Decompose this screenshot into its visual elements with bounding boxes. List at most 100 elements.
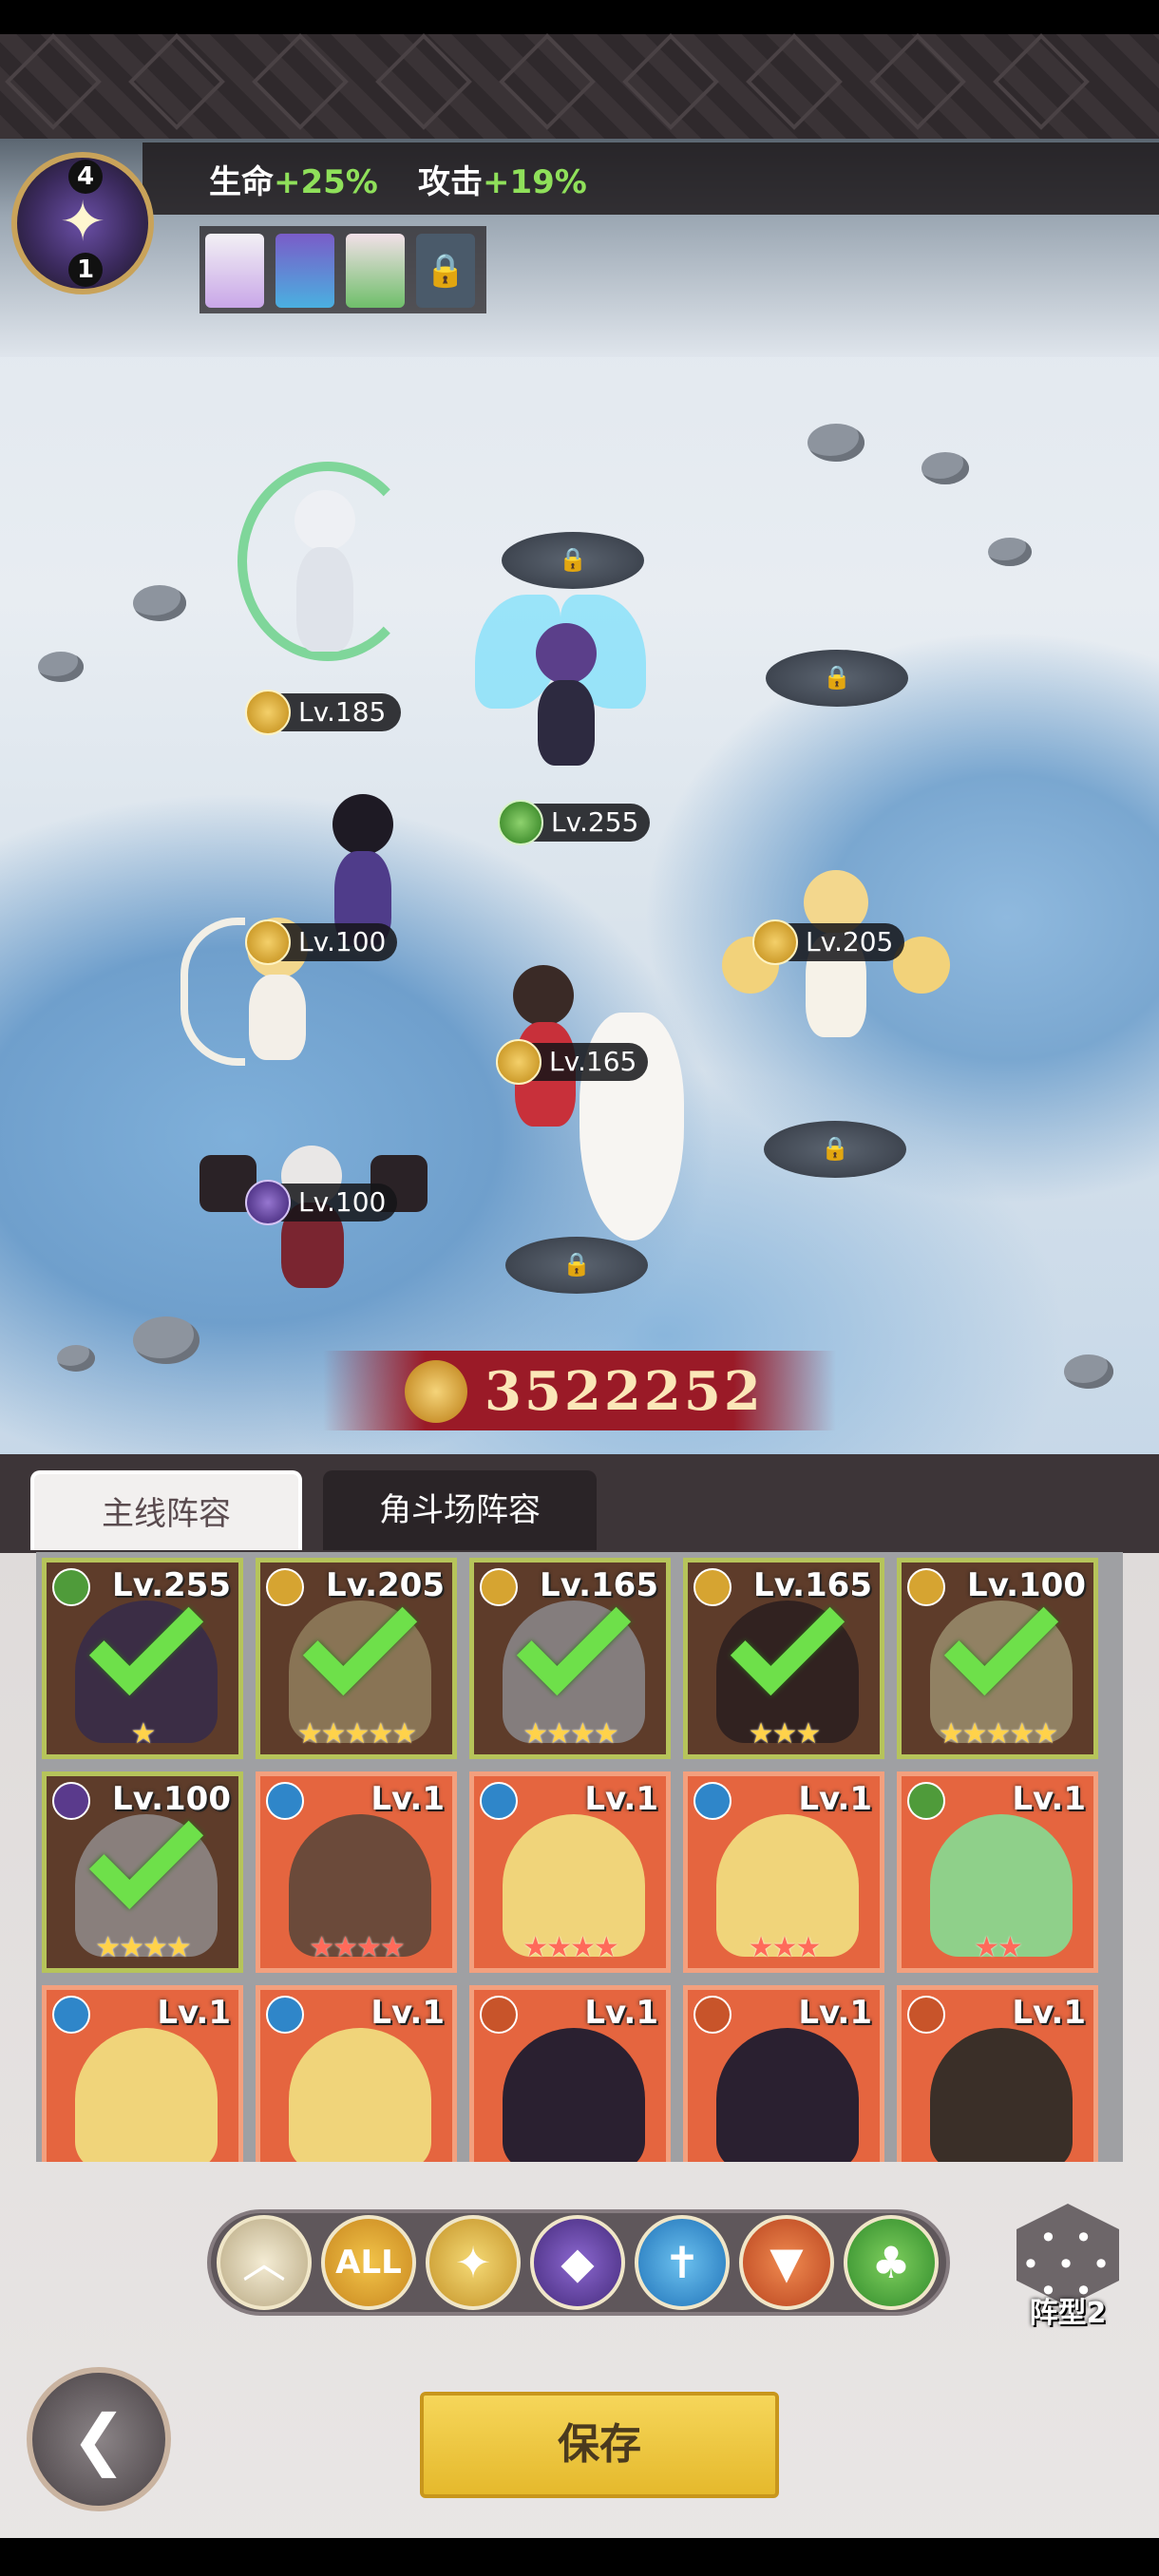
emblem-top-number: 4 bbox=[68, 160, 103, 194]
hero-body bbox=[249, 975, 306, 1060]
nature-icon: ♣ bbox=[871, 2237, 911, 2288]
star-rating: ★★★★★ bbox=[938, 1717, 1058, 1751]
portrait-flower[interactable] bbox=[346, 234, 405, 308]
star-rating: ★★★★★ bbox=[296, 1717, 417, 1751]
power-crest-icon bbox=[405, 1360, 467, 1423]
atk-bonus: 攻击+19% bbox=[418, 163, 587, 201]
locked-slot[interactable]: 🔒 bbox=[766, 650, 908, 707]
lock-icon: 🔒 bbox=[559, 546, 587, 573]
filter-water-button[interactable]: ✝ bbox=[635, 2215, 730, 2310]
holy-icon bbox=[496, 1039, 542, 1085]
hero-card-level: Lv.1 bbox=[157, 1994, 231, 2032]
fire-icon: ▼ bbox=[770, 2237, 804, 2288]
rock bbox=[1064, 1354, 1113, 1389]
star-rating: ★★ bbox=[974, 1931, 1023, 1964]
hero-portrait bbox=[503, 2028, 645, 2162]
hero-body bbox=[296, 547, 353, 652]
rock bbox=[988, 538, 1032, 566]
holy-icon bbox=[907, 1568, 945, 1606]
hero-card[interactable]: Lv.255 ★ bbox=[42, 1558, 243, 1759]
star-rating: ★★★★ bbox=[522, 1717, 619, 1751]
hero-card[interactable]: Lv.205 ★★★★★ bbox=[256, 1558, 457, 1759]
locked-slot[interactable]: 🔒 bbox=[502, 532, 644, 589]
hero-card[interactable]: Lv.1 bbox=[897, 1985, 1098, 2162]
hero-card[interactable]: Lv.1 bbox=[42, 1985, 243, 2162]
save-button[interactable]: 保存 bbox=[420, 2392, 779, 2498]
status-bar bbox=[0, 0, 1159, 34]
fire-icon bbox=[694, 1996, 732, 2034]
hero-card[interactable]: Lv.1 bbox=[683, 1985, 884, 2162]
hero-card[interactable]: Lv.1 ★★★★ bbox=[469, 1771, 671, 1973]
filter-all-button[interactable]: ALL bbox=[321, 2215, 416, 2310]
collapse-button[interactable]: ︿ bbox=[217, 2215, 312, 2310]
banner-ornament bbox=[869, 33, 966, 130]
hero-card-level: Lv.1 bbox=[370, 1994, 445, 2032]
dark-icon bbox=[245, 1180, 291, 1225]
formation-button[interactable]: • • • • • • • 阵型2 bbox=[1011, 2204, 1125, 2330]
banner-ornament bbox=[746, 33, 843, 130]
filter-nature-button[interactable]: ♣ bbox=[844, 2215, 939, 2310]
banner-ornament bbox=[622, 33, 719, 130]
hero-card[interactable]: Lv.1 ★★ bbox=[897, 1771, 1098, 1973]
battlefield: 🔒 🔒 🔒 🔒 Lv.185 Lv.255 Lv.100 Lv.205 Lv.1… bbox=[0, 139, 1159, 1454]
hero-unit[interactable] bbox=[228, 452, 418, 699]
hero-portrait bbox=[716, 2028, 859, 2162]
nature-icon bbox=[498, 800, 543, 845]
tab-arena-lineup[interactable]: 角斗场阵容 bbox=[323, 1470, 597, 1550]
portrait-cat[interactable] bbox=[205, 234, 264, 308]
hero-card[interactable]: Lv.100 ★★★★ bbox=[42, 1771, 243, 1973]
hero-head bbox=[294, 490, 355, 551]
hero-unit[interactable] bbox=[494, 956, 703, 1260]
back-button[interactable]: ❮ bbox=[27, 2367, 171, 2511]
banner-ornament bbox=[5, 33, 102, 130]
hero-card-level: Lv.1 bbox=[1012, 1780, 1086, 1818]
banner-ornament bbox=[993, 33, 1090, 130]
hero-card-level: Lv.1 bbox=[370, 1780, 445, 1818]
filter-dark-button[interactable]: ◆ bbox=[530, 2215, 625, 2310]
hero-level-badge: Lv.185 bbox=[245, 690, 401, 735]
lock-icon: 🔒 bbox=[823, 664, 851, 691]
holy-icon bbox=[480, 1568, 518, 1606]
holy-icon bbox=[266, 1568, 304, 1606]
water-icon bbox=[266, 1782, 304, 1820]
hero-card[interactable]: Lv.1 ★★★★ bbox=[256, 1771, 457, 1973]
holy-icon bbox=[245, 919, 291, 965]
hero-card[interactable]: Lv.1 bbox=[469, 1985, 671, 2162]
hp-bonus: 生命+25% bbox=[209, 163, 378, 201]
back-arrow-icon: ❮ bbox=[70, 2400, 127, 2478]
hero-card-level: Lv.1 bbox=[798, 1994, 872, 2032]
filter-fire-button[interactable]: ▼ bbox=[739, 2215, 834, 2310]
hero-level-badge: Lv.255 bbox=[498, 800, 650, 845]
emblem-bottom-number: 1 bbox=[68, 253, 103, 287]
hero-portrait bbox=[930, 2028, 1073, 2162]
hero-head bbox=[536, 623, 597, 684]
filter-holy-button[interactable]: ✦ bbox=[426, 2215, 521, 2310]
tab-main-lineup[interactable]: 主线阵容 bbox=[30, 1470, 302, 1550]
hero-card[interactable]: Lv.165 ★★★★ bbox=[469, 1558, 671, 1759]
faction-emblem[interactable]: ✦ 4 1 bbox=[11, 152, 154, 294]
hero-card[interactable]: Lv.1 ★★★ bbox=[683, 1771, 884, 1973]
star-rating: ★ bbox=[130, 1717, 157, 1751]
holy-icon bbox=[694, 1568, 732, 1606]
star-rating: ★★★★ bbox=[95, 1931, 192, 1964]
rock bbox=[133, 585, 186, 621]
portrait-mage[interactable] bbox=[276, 234, 334, 308]
hero-unit[interactable] bbox=[475, 595, 684, 785]
locked-slot[interactable]: 🔒 bbox=[764, 1121, 906, 1178]
hero-level-badge: Lv.100 bbox=[245, 1180, 397, 1225]
hero-card[interactable]: Lv.100 ★★★★★ bbox=[897, 1558, 1098, 1759]
banner-ornament bbox=[499, 33, 596, 130]
hero-card[interactable]: Lv.165 ★★★ bbox=[683, 1558, 884, 1759]
hero-body bbox=[538, 680, 595, 766]
lock-icon[interactable]: 🔒 bbox=[416, 234, 475, 308]
combat-power-value: 3522252 bbox=[484, 1360, 764, 1423]
hero-level-badge: Lv.205 bbox=[752, 919, 904, 965]
lock-icon: 🔒 bbox=[821, 1135, 849, 1162]
buff-portraits: 🔒 bbox=[200, 226, 486, 313]
water-icon bbox=[480, 1782, 518, 1820]
chevron-up-icon: ︿ bbox=[242, 2237, 286, 2288]
star-rating: ★★★★ bbox=[309, 1931, 406, 1964]
hero-card-level: Lv.1 bbox=[1012, 1994, 1086, 2032]
hero-card[interactable]: Lv.1 bbox=[256, 1985, 457, 2162]
hero-card-level: Lv.1 bbox=[798, 1780, 872, 1818]
